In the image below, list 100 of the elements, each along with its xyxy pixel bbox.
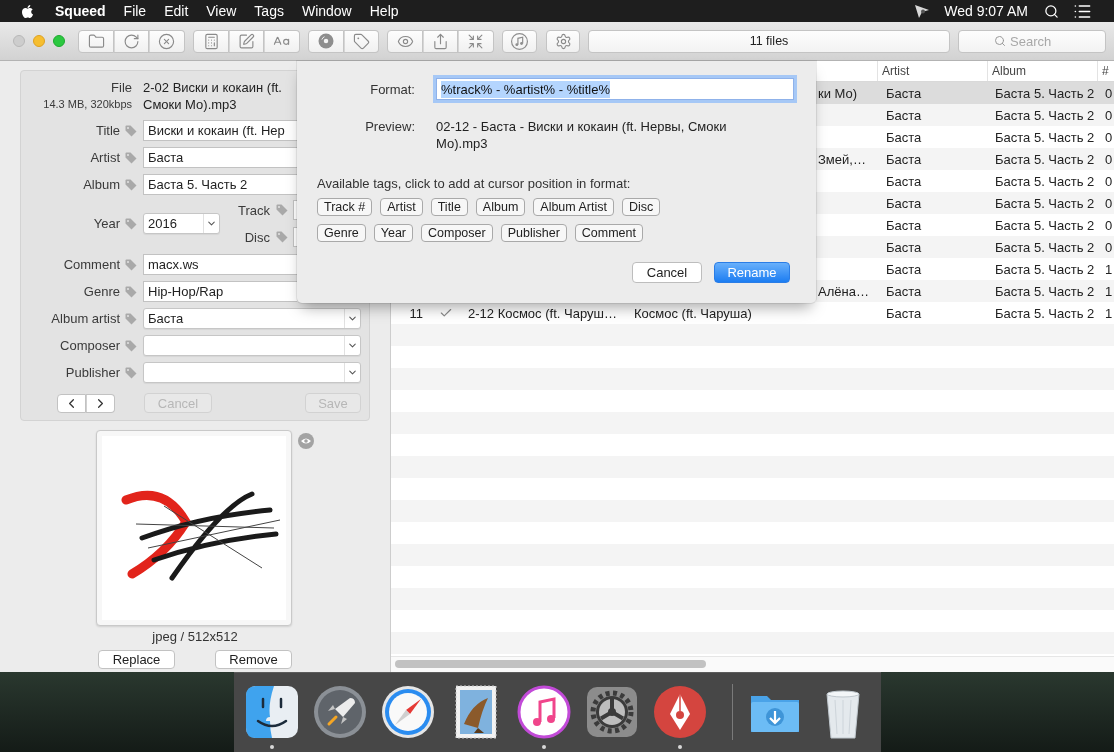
field-label: Disc: [243, 229, 270, 245]
combo-box[interactable]: [143, 335, 361, 356]
table-cell: 0: [1105, 173, 1113, 189]
tag-button[interactable]: [344, 29, 379, 53]
music-button[interactable]: [502, 29, 537, 53]
disc-icon: [317, 32, 335, 50]
replace-button[interactable]: Replace: [98, 650, 175, 669]
rocket-icon[interactable]: [311, 684, 368, 740]
tag-icon: [125, 285, 137, 298]
column-header[interactable]: #: [1102, 64, 1109, 78]
text-field[interactable]: Баста: [143, 147, 297, 168]
field-label: Year: [92, 216, 120, 231]
tag-token-button[interactable]: Artist: [380, 198, 423, 216]
table-row[interactable]: Змей,… Баста Баста 5. Часть 2 0: [816, 148, 1114, 170]
refresh-button[interactable]: [114, 29, 149, 53]
table-cell: Баста 5. Часть 2: [995, 173, 1095, 189]
search-icon[interactable]: [1044, 3, 1059, 19]
eye-icon[interactable]: [298, 433, 314, 449]
tag-token-button[interactable]: Album Artist: [533, 198, 614, 216]
table-cell: 0: [1105, 239, 1113, 255]
menu-item[interactable]: Squeed: [46, 0, 115, 22]
table-row[interactable]: Баста Баста 5. Часть 2 0: [816, 104, 1114, 126]
cursor-arrow-icon[interactable]: [914, 3, 931, 19]
field-label: Album artist: [50, 311, 120, 326]
text-field[interactable]: Баста 5. Часть 2: [143, 174, 297, 195]
menu-item[interactable]: Edit: [155, 0, 198, 22]
edit-button[interactable]: [229, 29, 264, 53]
menu-item[interactable]: File: [114, 0, 156, 22]
calculator-button[interactable]: [193, 29, 229, 53]
shrink-button[interactable]: [458, 29, 494, 53]
menu-item[interactable]: Tags: [245, 0, 293, 22]
tag-icon: [125, 217, 137, 230]
tag-token-button[interactable]: Disc: [622, 198, 661, 216]
clear-button[interactable]: [149, 29, 185, 53]
clock[interactable]: Wed 9:07 AM: [944, 0, 1028, 22]
face-icon[interactable]: [243, 684, 300, 740]
table-row[interactable]: Баста Баста 5. Часть 2 0: [816, 192, 1114, 214]
table-cell: Баста: [886, 217, 922, 233]
table-cell: Баста 5. Часть 2: [995, 195, 1095, 211]
music-note-icon[interactable]: [515, 684, 572, 740]
field-label: Track: [236, 202, 270, 218]
table-cell: Баста: [886, 129, 922, 145]
table-cell: Баста: [886, 239, 922, 255]
compass-icon[interactable]: [379, 684, 436, 740]
music-note-icon: [510, 31, 529, 51]
column-header[interactable]: Album: [992, 64, 1026, 78]
text-field[interactable]: Виски и кокаин (ft. Нер: [143, 120, 297, 141]
combo-box[interactable]: 2016: [143, 213, 220, 234]
apple-icon[interactable]: [20, 3, 35, 19]
tag-token-button[interactable]: Comment: [574, 224, 643, 242]
format-field[interactable]: %track% - %artist% - %title%: [436, 78, 794, 100]
table-cell: Баста 5. Часть 2: [995, 151, 1095, 167]
disc-button[interactable]: [308, 29, 344, 53]
remove-button[interactable]: Remove: [215, 650, 292, 669]
field-label: Artist: [89, 150, 120, 165]
table-row[interactable]: Алёна… Баста Баста 5. Часть 2 1: [816, 280, 1114, 302]
tag-token-button[interactable]: Genre: [317, 224, 366, 242]
text-field[interactable]: macx.ws: [143, 254, 297, 275]
pen-nib-icon[interactable]: [651, 684, 708, 740]
table-cell: Баста: [886, 195, 922, 211]
text-field[interactable]: Hip-Hop/Rap: [143, 281, 297, 302]
tag-token-button[interactable]: Title: [430, 198, 468, 216]
menu-item[interactable]: Help: [360, 0, 408, 22]
menu-item[interactable]: View: [197, 0, 246, 22]
table-row[interactable]: Баста Баста 5. Часть 2 0: [816, 236, 1114, 258]
minimize-button[interactable]: [33, 35, 45, 47]
field-label: Preview:: [364, 118, 415, 135]
folder-button[interactable]: [78, 29, 114, 53]
zoom-button[interactable]: [53, 35, 65, 47]
field-label: Title: [94, 123, 120, 138]
settings-button[interactable]: [546, 29, 580, 53]
table-row[interactable]: ки Мо) Баста Баста 5. Часть 2 0: [816, 82, 1114, 104]
table-cell: 0: [1105, 129, 1113, 145]
scrollbar-thumb[interactable]: [395, 660, 706, 668]
preview-button[interactable]: [387, 29, 423, 53]
menu-item[interactable]: Window: [292, 0, 361, 22]
tag-token-button[interactable]: Composer: [421, 224, 493, 242]
file-name: 2-02 Виски и кокаин (ft.: [143, 79, 282, 96]
search-field[interactable]: Search: [958, 29, 1106, 53]
field-label: Composer: [59, 338, 120, 353]
text-case-button[interactable]: [264, 29, 300, 53]
previous-button[interactable]: [57, 393, 86, 413]
combo-box[interactable]: [143, 362, 361, 383]
combo-box[interactable]: Баста: [143, 308, 361, 329]
tag-icon: [125, 258, 137, 271]
tag-token-button[interactable]: Publisher: [500, 224, 567, 242]
table-cell: 2-12 Космос (ft. Чаруш…: [468, 305, 617, 321]
share-button[interactable]: [423, 29, 458, 53]
table-cell: ки Мо): [818, 85, 858, 101]
column-header[interactable]: Artist: [882, 64, 910, 78]
tag-icon: [125, 151, 137, 164]
tag-token-button[interactable]: Track #: [317, 198, 373, 216]
tag-token-button[interactable]: Year: [373, 224, 413, 242]
tag-token-button[interactable]: Album: [475, 198, 526, 216]
horizontal-scrollbar[interactable]: [391, 656, 1114, 672]
tag-icon: [352, 32, 370, 50]
next-button[interactable]: [86, 393, 115, 413]
table-cell: 0: [1105, 107, 1113, 123]
file-name: Смоки Мо).mp3: [143, 96, 237, 113]
cancel-button[interactable]: Cancel: [632, 262, 702, 283]
